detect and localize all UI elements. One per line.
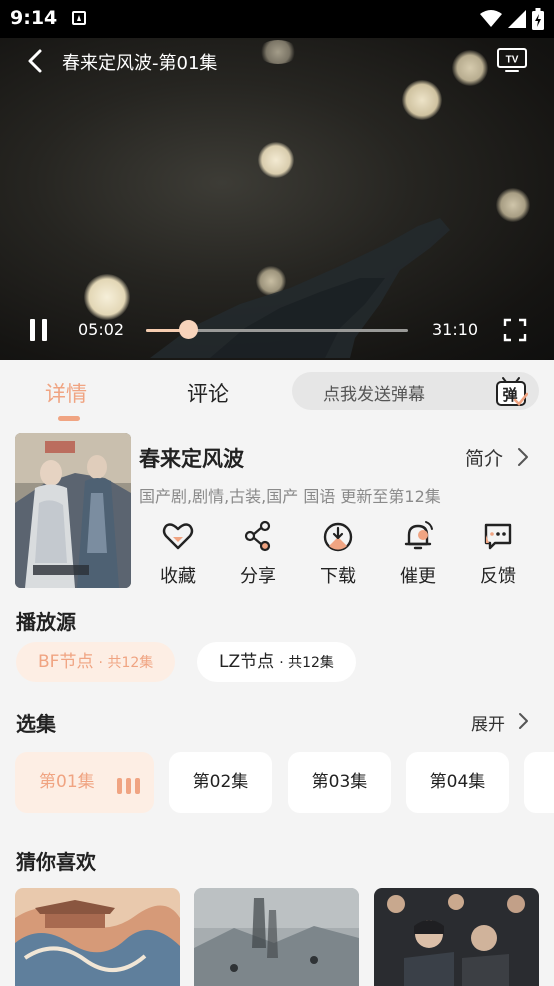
chevron-right-icon[interactable] [517,712,529,730]
recommend-poster [374,888,539,986]
episode-item-03[interactable]: 第03集 [288,752,391,813]
app-notification-icon [72,11,86,25]
episode-label: 第02集 [192,772,249,792]
danmaku-input[interactable]: 点我发送弹幕 弹 [292,372,539,410]
video-player[interactable]: 春来定风波-第01集 TV 05:02 31:10 [0,38,554,360]
active-tab-indicator [58,416,80,421]
share-icon [244,520,271,552]
source-name: LZ节点 [219,652,275,672]
tab-comments[interactable]: 评论 [187,378,229,408]
svg-text:TV: TV [506,55,519,66]
feedback-button[interactable]: 反馈 [468,519,528,589]
favorite-label: 收藏 [160,566,196,587]
total-time: 31:10 [432,320,479,339]
feedback-icon [484,523,512,550]
share-label: 分享 [240,566,276,587]
bell-icon [404,521,433,550]
signal-icon [508,10,526,28]
sources-title: 播放源 [16,610,76,634]
back-icon[interactable] [24,48,46,74]
show-meta: 国产剧,剧情,古装,国产 国语 更新至第12集 [139,487,441,506]
recommend-poster [194,888,359,986]
source-count: · 共12集 [279,655,334,671]
heart-icon [162,523,194,550]
recommend-card[interactable] [194,888,359,986]
player-controls: 05:02 31:10 [0,310,554,350]
source-name: BF节点 [38,652,94,672]
danmaku-placeholder: 点我发送弹幕 [323,385,425,405]
danmaku-toggle-icon[interactable]: 弹 [494,374,528,408]
download-icon [323,522,353,552]
source-count: · 共12集 [98,655,154,671]
now-playing-icon [117,778,145,794]
show-poster[interactable] [15,433,131,588]
episode-item-01[interactable]: 第01集 [15,752,154,813]
video-frame-light [402,80,442,120]
recommend-title: 猜你喜欢 [16,850,96,874]
show-title: 春来定风波 [139,447,244,471]
share-button[interactable]: 分享 [228,519,288,589]
tv-cast-icon[interactable]: TV [496,46,528,74]
download-button[interactable]: 下载 [308,519,368,589]
battery-charging-icon [532,8,544,30]
feedback-label: 反馈 [480,566,516,587]
source-chip-bf[interactable]: BF节点 · 共12集 [16,642,176,682]
urge-update-button[interactable]: 催更 [388,519,448,589]
download-label: 下载 [320,566,356,587]
recommend-poster [15,888,180,986]
favorite-button[interactable]: 收藏 [148,519,208,589]
episode-item-02[interactable]: 第02集 [169,752,272,813]
episode-item-04[interactable]: 第04集 [406,752,509,813]
episode-label: 第01集 [39,772,95,792]
status-bar: 9:14 [0,0,554,38]
pause-icon[interactable] [28,318,50,342]
episode-label: 第03集 [311,772,368,792]
episode-label: 第04集 [429,772,486,792]
wifi-icon [480,10,502,27]
source-chip-lz[interactable]: LZ节点 · 共12集 [197,642,356,682]
progress-knob[interactable] [178,320,198,339]
system-icons [480,8,544,30]
fullscreen-icon[interactable] [503,318,527,342]
player-top-bar: 春来定风波-第01集 TV [0,38,554,84]
urge-update-label: 催更 [400,566,436,587]
status-time: 9:14 [10,7,58,29]
episode-item-next-partial[interactable] [524,752,554,813]
chevron-right-icon[interactable] [516,447,530,467]
recommend-card[interactable] [374,888,539,986]
episodes-title: 选集 [16,712,56,736]
current-time: 05:02 [78,320,125,339]
intro-link[interactable]: 简介 [465,444,503,471]
recommend-card[interactable] [15,888,180,986]
player-title: 春来定风波-第01集 [62,53,218,74]
tab-details[interactable]: 详情 [45,378,87,408]
poster-image [15,433,131,588]
expand-episodes-link[interactable]: 展开 [471,710,505,735]
video-frame-light [258,142,294,178]
